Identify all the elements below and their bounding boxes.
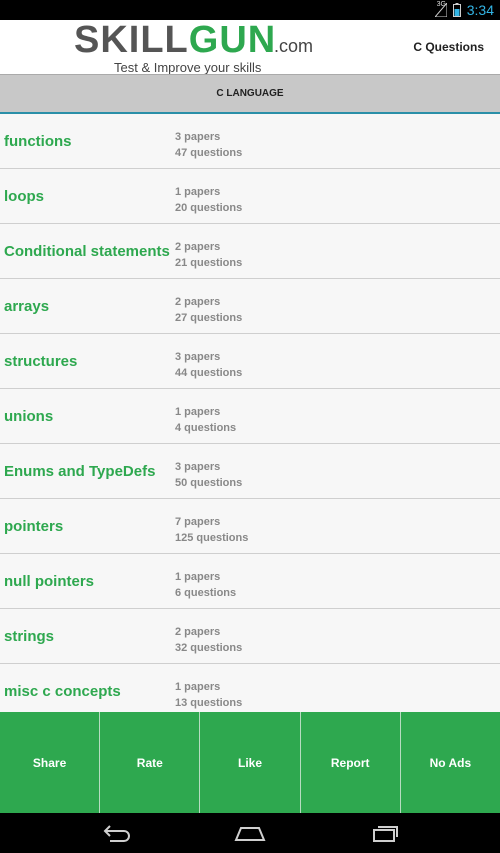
questions-count: 32 questions: [175, 642, 243, 654]
questions-count: 20 questions: [175, 202, 243, 214]
clock: 3:34: [466, 2, 494, 18]
topic-meta: 1 papers 6 questions: [175, 569, 236, 601]
topic-meta: 3 papers 47 questions: [175, 129, 242, 161]
topic-name: functions: [4, 133, 72, 150]
back-icon: [103, 825, 130, 842]
recent-apps-button[interactable]: [364, 821, 404, 845]
system-nav-bar: [0, 813, 500, 853]
papers-count: 1 papers: [175, 186, 221, 198]
page-title: C Questions: [413, 40, 484, 54]
list-item[interactable]: pointers 7 papers 125 questions: [0, 499, 500, 554]
topic-meta: 3 papers 50 questions: [175, 459, 242, 491]
status-icons: 3:34: [434, 2, 494, 18]
papers-count: 1 papers: [175, 571, 221, 583]
topic-name: loops: [4, 188, 44, 205]
questions-count: 47 questions: [175, 147, 243, 159]
papers-count: 3 papers: [175, 351, 221, 363]
rate-button[interactable]: Rate: [99, 712, 199, 813]
papers-count: 2 papers: [175, 626, 221, 638]
papers-count: 1 papers: [175, 681, 221, 693]
papers-count: 1 papers: [175, 406, 221, 418]
questions-count: 6 questions: [175, 587, 237, 599]
skillgun-logo[interactable]: SKILLGUN .com Test & Improve your skills: [74, 19, 334, 75]
topic-list: functions 3 papers 47 questions loops 1 …: [0, 114, 500, 712]
topic-meta: 3 papers 44 questions: [175, 349, 242, 381]
questions-count: 21 questions: [175, 257, 243, 269]
no-ads-button[interactable]: No Ads: [399, 712, 500, 813]
topic-name: Conditional statements: [4, 243, 170, 260]
list-item[interactable]: strings 2 papers 32 questions: [0, 609, 500, 664]
papers-count: 3 papers: [175, 461, 221, 473]
list-item[interactable]: unions 1 papers 4 questions: [0, 389, 500, 444]
share-button[interactable]: Share: [0, 712, 99, 813]
logo-skill-text: SKILL: [74, 19, 189, 61]
list-item[interactable]: structures 3 papers 44 questions: [0, 334, 500, 389]
home-button[interactable]: [230, 821, 270, 845]
battery-icon: [452, 3, 461, 17]
papers-count: 2 papers: [175, 296, 221, 308]
topic-name: structures: [4, 353, 78, 370]
questions-count: 4 questions: [175, 422, 237, 434]
logo-com-text: .com: [274, 36, 314, 56]
topic-meta: 1 papers 20 questions: [175, 184, 242, 216]
topic-meta: 2 papers 27 questions: [175, 294, 242, 326]
topic-meta: 2 papers 32 questions: [175, 624, 242, 656]
topic-name: arrays: [4, 298, 50, 315]
topic-meta: 2 papers 21 questions: [175, 239, 242, 271]
list-item[interactable]: Enums and TypeDefs 3 papers 50 questions: [0, 444, 500, 499]
app-screen: 3G 3:34 SKILLGUN .com Test & Improve you…: [0, 0, 500, 853]
questions-count: 27 questions: [175, 312, 243, 324]
list-item[interactable]: null pointers 1 papers 6 questions: [0, 554, 500, 609]
questions-count: 125 questions: [175, 532, 249, 544]
category-header: C LANGUAGE: [0, 74, 500, 114]
topic-name: pointers: [4, 518, 64, 535]
papers-count: 3 papers: [175, 131, 221, 143]
topic-meta: 1 papers 13 questions: [175, 679, 242, 711]
topic-name: strings: [4, 628, 55, 645]
logo-wordmark: SKILLGUN: [74, 19, 277, 61]
status-bar: 3G 3:34: [0, 0, 500, 20]
topic-meta: 7 papers 125 questions: [175, 514, 248, 546]
recent-apps-icon: [373, 826, 398, 842]
questions-count: 50 questions: [175, 477, 243, 489]
questions-count: 44 questions: [175, 367, 243, 379]
papers-count: 7 papers: [175, 516, 221, 528]
list-item[interactable]: Conditional statements 2 papers 21 quest…: [0, 224, 500, 279]
app-header: SKILLGUN .com Test & Improve your skills…: [0, 19, 500, 75]
papers-count: 2 papers: [175, 241, 221, 253]
list-item[interactable]: arrays 2 papers 27 questions: [0, 279, 500, 334]
topic-name: unions: [4, 408, 54, 425]
topic-name: null pointers: [4, 573, 94, 590]
topic-name: misc c concepts: [4, 683, 121, 700]
bottom-action-bar: Share Rate Like Report No Ads: [0, 712, 500, 813]
logo-tagline: Test & Improve your skills: [114, 60, 262, 75]
logo-gun-text: GUN: [188, 19, 277, 61]
topic-meta: 1 papers 4 questions: [175, 404, 236, 436]
list-item[interactable]: functions 3 papers 47 questions: [0, 114, 500, 169]
back-button[interactable]: [96, 821, 136, 845]
list-item[interactable]: loops 1 papers 20 questions: [0, 169, 500, 224]
topic-name: Enums and TypeDefs: [4, 463, 156, 480]
list-item[interactable]: misc c concepts 1 papers 13 questions: [0, 664, 500, 712]
category-title: C LANGUAGE: [216, 88, 284, 99]
home-icon: [234, 827, 266, 841]
like-button[interactable]: Like: [199, 712, 299, 813]
questions-count: 13 questions: [175, 697, 243, 709]
report-button[interactable]: Report: [299, 712, 400, 813]
signal-icon: [434, 3, 447, 17]
